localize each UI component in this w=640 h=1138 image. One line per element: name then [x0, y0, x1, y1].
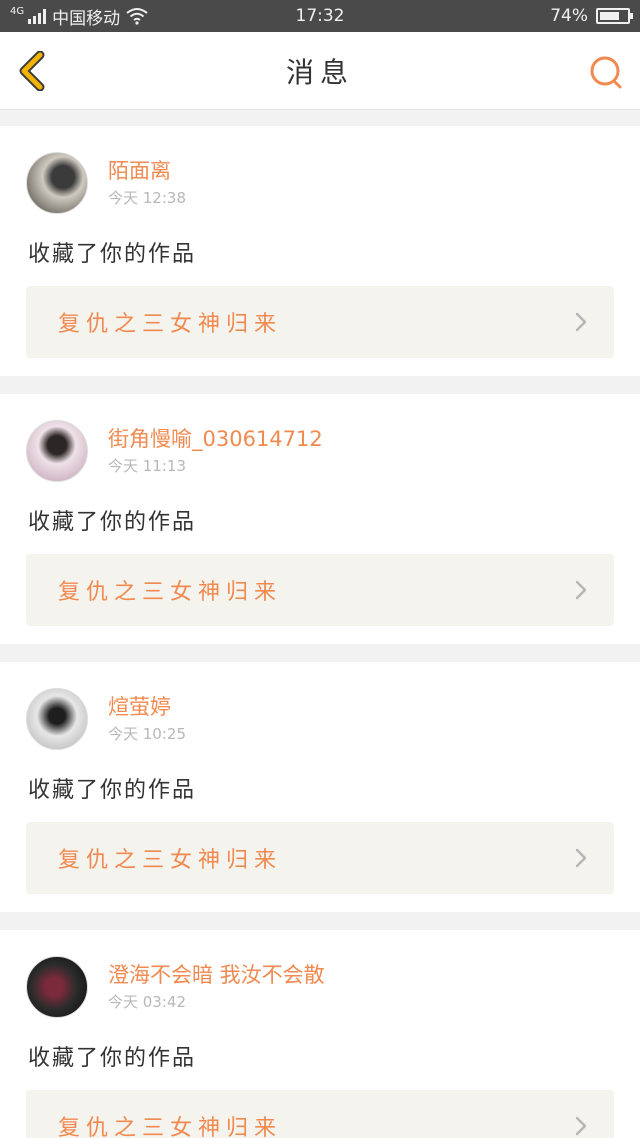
notification-list: 陌面离 今天 12:38 收藏了你的作品 复仇之三女神归来 街角慢喻_03061… [0, 110, 640, 1138]
chevron-left-icon[interactable] [16, 51, 50, 91]
battery-icon [596, 8, 633, 24]
chevron-right-icon [575, 848, 587, 868]
timestamp: 今天 10:25 [108, 725, 186, 743]
avatar[interactable] [26, 420, 88, 482]
chevron-right-icon [575, 1116, 587, 1136]
chevron-right-icon [575, 312, 587, 332]
work-title: 复仇之三女神归来 [58, 312, 283, 337]
timestamp: 今天 11:13 [108, 457, 186, 475]
chevron-right-icon [575, 580, 587, 600]
page-title: 消息 [285, 55, 354, 89]
action-text: 收藏了你的作品 [28, 1046, 197, 1071]
card-header: 陌面离 今天 12:38 [26, 152, 614, 214]
action-text: 收藏了你的作品 [28, 510, 197, 535]
work-title: 复仇之三女神归来 [58, 848, 283, 873]
timestamp: 今天 12:38 [108, 189, 186, 207]
username[interactable]: 煊萤婷 [108, 693, 186, 721]
network-type: 4G [10, 5, 25, 17]
battery-percent: 74% [550, 6, 588, 26]
user-meta: 陌面离 今天 12:38 [108, 157, 186, 209]
status-right: 74% [550, 6, 633, 26]
user-meta: 街角慢喻_030614712 今天 11:13 [108, 425, 323, 477]
user-meta: 煊萤婷 今天 10:25 [108, 693, 186, 745]
card-header: 煊萤婷 今天 10:25 [26, 688, 614, 750]
action-text: 收藏了你的作品 [28, 242, 197, 267]
notification-card: 澄海不会暗 我汝不会散 今天 03:42 收藏了你的作品 复仇之三女神归来 [0, 930, 640, 1138]
avatar[interactable] [26, 152, 88, 214]
username[interactable]: 街角慢喻_030614712 [108, 425, 323, 453]
battery-level [600, 12, 620, 20]
notification-card: 街角慢喻_030614712 今天 11:13 收藏了你的作品 复仇之三女神归来 [0, 394, 640, 644]
card-header: 澄海不会暗 我汝不会散 今天 03:42 [26, 956, 614, 1018]
username[interactable]: 澄海不会暗 我汝不会散 [108, 961, 325, 989]
action-text: 收藏了你的作品 [28, 778, 197, 803]
status-bar: 4G 中国移动 17:32 74% [0, 0, 640, 32]
work-link[interactable]: 复仇之三女神归来 [26, 822, 614, 894]
notification-card: 陌面离 今天 12:38 收藏了你的作品 复仇之三女神归来 [0, 126, 640, 376]
timestamp: 今天 03:42 [108, 993, 186, 1011]
avatar[interactable] [26, 956, 88, 1018]
carrier-name: 中国移动 [52, 8, 121, 29]
notification-card: 煊萤婷 今天 10:25 收藏了你的作品 复仇之三女神归来 [0, 662, 640, 912]
wifi-icon [126, 8, 148, 25]
work-link[interactable]: 复仇之三女神归来 [26, 1090, 614, 1138]
username[interactable]: 陌面离 [108, 157, 186, 185]
search-icon[interactable] [588, 54, 624, 90]
user-meta: 澄海不会暗 我汝不会散 今天 03:42 [108, 961, 325, 1013]
avatar[interactable] [26, 688, 88, 750]
work-title: 复仇之三女神归来 [58, 580, 283, 605]
nav-bar: 消息 [0, 32, 640, 110]
work-title: 复仇之三女神归来 [58, 1116, 283, 1138]
signal-icon [28, 8, 47, 24]
card-header: 街角慢喻_030614712 今天 11:13 [26, 420, 614, 482]
status-left: 4G 中国移动 [10, 4, 148, 29]
work-link[interactable]: 复仇之三女神归来 [26, 554, 614, 626]
work-link[interactable]: 复仇之三女神归来 [26, 286, 614, 358]
